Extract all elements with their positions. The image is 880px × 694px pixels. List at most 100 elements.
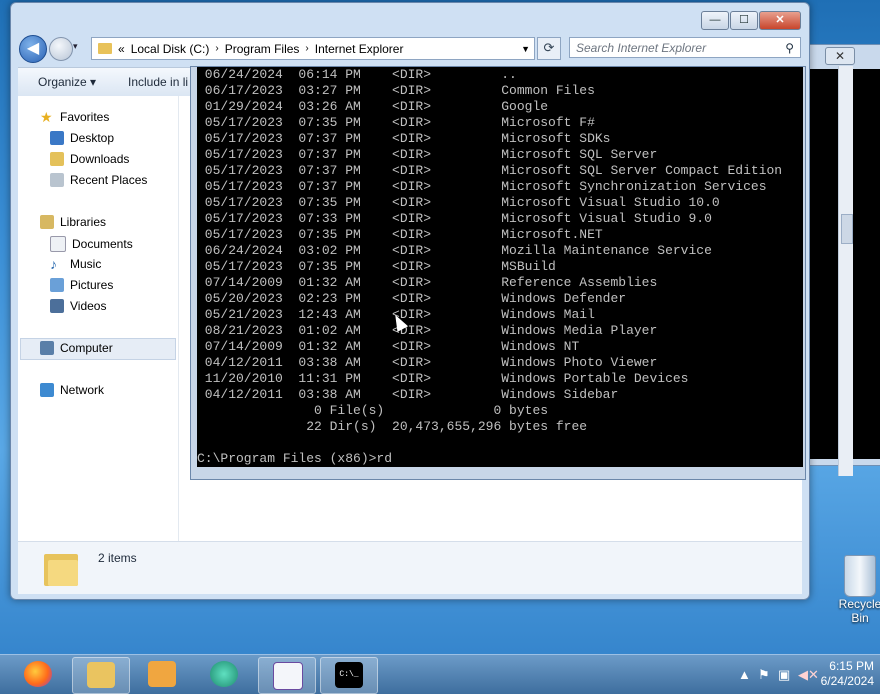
nav-label: Network (60, 383, 105, 397)
back-button[interactable]: ◀ (19, 35, 47, 63)
videos-icon (50, 299, 64, 313)
command-prompt-window[interactable]: 06/24/2024 06:14 PM <DIR> .. 06/17/2023 … (190, 66, 806, 480)
taskbar-explorer[interactable] (72, 657, 130, 694)
folder-icon (87, 662, 115, 688)
breadcrumb-internet-explorer[interactable]: Internet Explorer (315, 42, 404, 56)
recent-places-icon (50, 173, 64, 187)
nav-favorites[interactable]: ★ Favorites (40, 110, 109, 124)
dir-listing-row: 05/20/2023 02:23 PM <DIR> Windows Defend… (197, 291, 627, 306)
nav-pictures[interactable]: Pictures (50, 278, 113, 292)
window-icon (273, 662, 303, 690)
address-bar[interactable]: « Local Disk (C:) › Program Files › Inte… (91, 37, 535, 60)
summary-files: 0 File(s) 0 bytes (197, 403, 549, 418)
command-prompt-icon: C:\_ (335, 662, 363, 688)
computer-icon (40, 341, 54, 355)
nav-label: Libraries (60, 215, 107, 229)
dir-listing-row: 05/17/2023 07:37 PM <DIR> Microsoft SQL … (197, 163, 783, 178)
flag-icon[interactable]: ⚑ (758, 667, 770, 683)
taskbar-app[interactable] (196, 657, 252, 692)
downloads-folder-icon (50, 152, 64, 166)
show-hidden-icons-chevron-icon[interactable]: ▲ (738, 667, 751, 682)
nav-label: Desktop (70, 131, 115, 145)
nav-label: Favorites (60, 110, 110, 124)
firefox-icon (24, 661, 52, 687)
nav-computer[interactable]: Computer (40, 341, 113, 355)
desktop-icon (50, 131, 64, 145)
dir-listing-row: 05/17/2023 07:33 PM <DIR> Microsoft Visu… (197, 211, 712, 226)
address-overflow[interactable]: « (118, 42, 125, 56)
scrollbar-thumb[interactable] (841, 214, 853, 244)
network-icon (40, 383, 54, 397)
dir-listing-row: 05/17/2023 07:35 PM <DIR> Microsoft F# (197, 115, 595, 130)
taskbar-media-player[interactable] (134, 657, 190, 692)
taskbar-window[interactable] (258, 657, 316, 694)
search-input[interactable]: Search Internet Explorer ⚲ (569, 37, 801, 58)
recycle-bin[interactable]: Recycle Bin (830, 555, 880, 625)
breadcrumb-separator[interactable]: › (215, 43, 218, 54)
dir-listing-row: 06/17/2023 03:27 PM <DIR> Common Files (197, 83, 595, 98)
nav-libraries[interactable]: Libraries (40, 215, 106, 229)
folder-icon (44, 550, 80, 586)
recent-pages-chevron-icon[interactable]: ▾ (73, 41, 78, 52)
nav-label: Downloads (70, 152, 130, 166)
nav-label: Computer (60, 341, 113, 355)
dir-listing-row: 11/20/2010 11:31 PM <DIR> Windows Portab… (197, 371, 689, 386)
nav-label: Pictures (70, 278, 114, 292)
breadcrumb-program-files[interactable]: Program Files (225, 42, 300, 56)
minimize-button[interactable]: — (701, 11, 729, 30)
breadcrumb-separator[interactable]: › (305, 43, 308, 54)
search-placeholder: Search Internet Explorer (576, 41, 707, 55)
dir-listing-row: 04/12/2011 03:38 AM <DIR> Windows Photo … (197, 355, 658, 370)
nav-desktop[interactable]: Desktop (50, 131, 114, 145)
dir-listing-row: 05/17/2023 07:37 PM <DIR> Microsoft Sync… (197, 179, 767, 194)
clock-date: 6/24/2024 (820, 674, 874, 688)
dir-listing-row: 06/24/2024 06:14 PM <DIR> .. (197, 67, 517, 82)
refresh-button[interactable]: ⟳ (537, 37, 561, 60)
taskbar-command-prompt[interactable]: C:\_ (320, 657, 378, 694)
include-in-library-menu[interactable]: Include in li (128, 75, 188, 89)
network-tray-icon[interactable]: ▣ (778, 667, 790, 683)
nav-music[interactable]: ♪ Music (50, 257, 101, 271)
nav-label: Recent Places (70, 173, 148, 187)
dir-listing-row: 05/17/2023 07:35 PM <DIR> MSBuild (197, 259, 556, 274)
nav-documents[interactable]: Documents (50, 236, 133, 252)
nav-network[interactable]: Network (40, 383, 104, 397)
recycle-bin-label: Recycle Bin (838, 597, 880, 625)
dir-listing-row: 05/17/2023 07:37 PM <DIR> Microsoft SQL … (197, 147, 658, 162)
dir-listing-row: 04/12/2011 03:38 AM <DIR> Windows Sideba… (197, 387, 619, 402)
command-prompt-line[interactable]: C:\Program Files (x86)>rd (197, 451, 803, 467)
breadcrumb-local-disk[interactable]: Local Disk (C:) (131, 42, 210, 56)
nav-videos[interactable]: Videos (50, 299, 106, 313)
organize-menu[interactable]: Organize ▾ (38, 75, 96, 89)
close-button[interactable]: ✕ (759, 11, 801, 30)
recycle-bin-icon (844, 555, 876, 597)
dir-listing-row: 05/17/2023 07:35 PM <DIR> Microsoft Visu… (197, 195, 720, 210)
nav-downloads[interactable]: Downloads (50, 152, 129, 166)
clock[interactable]: 6:15 PM 6/24/2024 (821, 659, 874, 689)
music-icon: ♪ (50, 256, 57, 272)
search-icon[interactable]: ⚲ (785, 38, 794, 59)
close-button[interactable]: ✕ (825, 47, 855, 65)
taskbar: C:\_ ▲ ⚑ ▣ ◀✕ 6:15 PM 6/24/2024 (0, 654, 880, 694)
forward-button[interactable] (49, 37, 73, 61)
volume-muted-icon[interactable]: ◀✕ (798, 667, 819, 683)
nav-label: Documents (72, 237, 133, 251)
dir-listing-row: 05/17/2023 07:37 PM <DIR> Microsoft SDKs (197, 131, 611, 146)
clock-time: 6:15 PM (829, 659, 874, 673)
dir-listing-row: 07/14/2009 01:32 AM <DIR> Windows NT (197, 339, 580, 354)
libraries-icon (40, 215, 54, 229)
caption-buttons: — ☐ ✕ (701, 11, 801, 30)
console-scrollbar[interactable] (838, 66, 853, 476)
app-icon (210, 661, 238, 687)
taskbar-firefox[interactable] (10, 657, 66, 692)
item-count: 2 items (98, 551, 137, 565)
pictures-icon (50, 278, 64, 292)
console-output[interactable]: 06/24/2024 06:14 PM <DIR> .. 06/17/2023 … (197, 67, 803, 467)
address-dropdown-icon[interactable]: ▼ (521, 44, 530, 54)
summary-dirs: 22 Dir(s) 20,473,655,296 bytes free (197, 419, 588, 434)
dir-listing-row: 07/14/2009 01:32 AM <DIR> Reference Asse… (197, 275, 658, 290)
nav-recent-places[interactable]: Recent Places (50, 173, 147, 187)
dir-listing-row: 01/29/2024 03:26 AM <DIR> Google (197, 99, 549, 114)
maximize-button[interactable]: ☐ (730, 11, 758, 30)
